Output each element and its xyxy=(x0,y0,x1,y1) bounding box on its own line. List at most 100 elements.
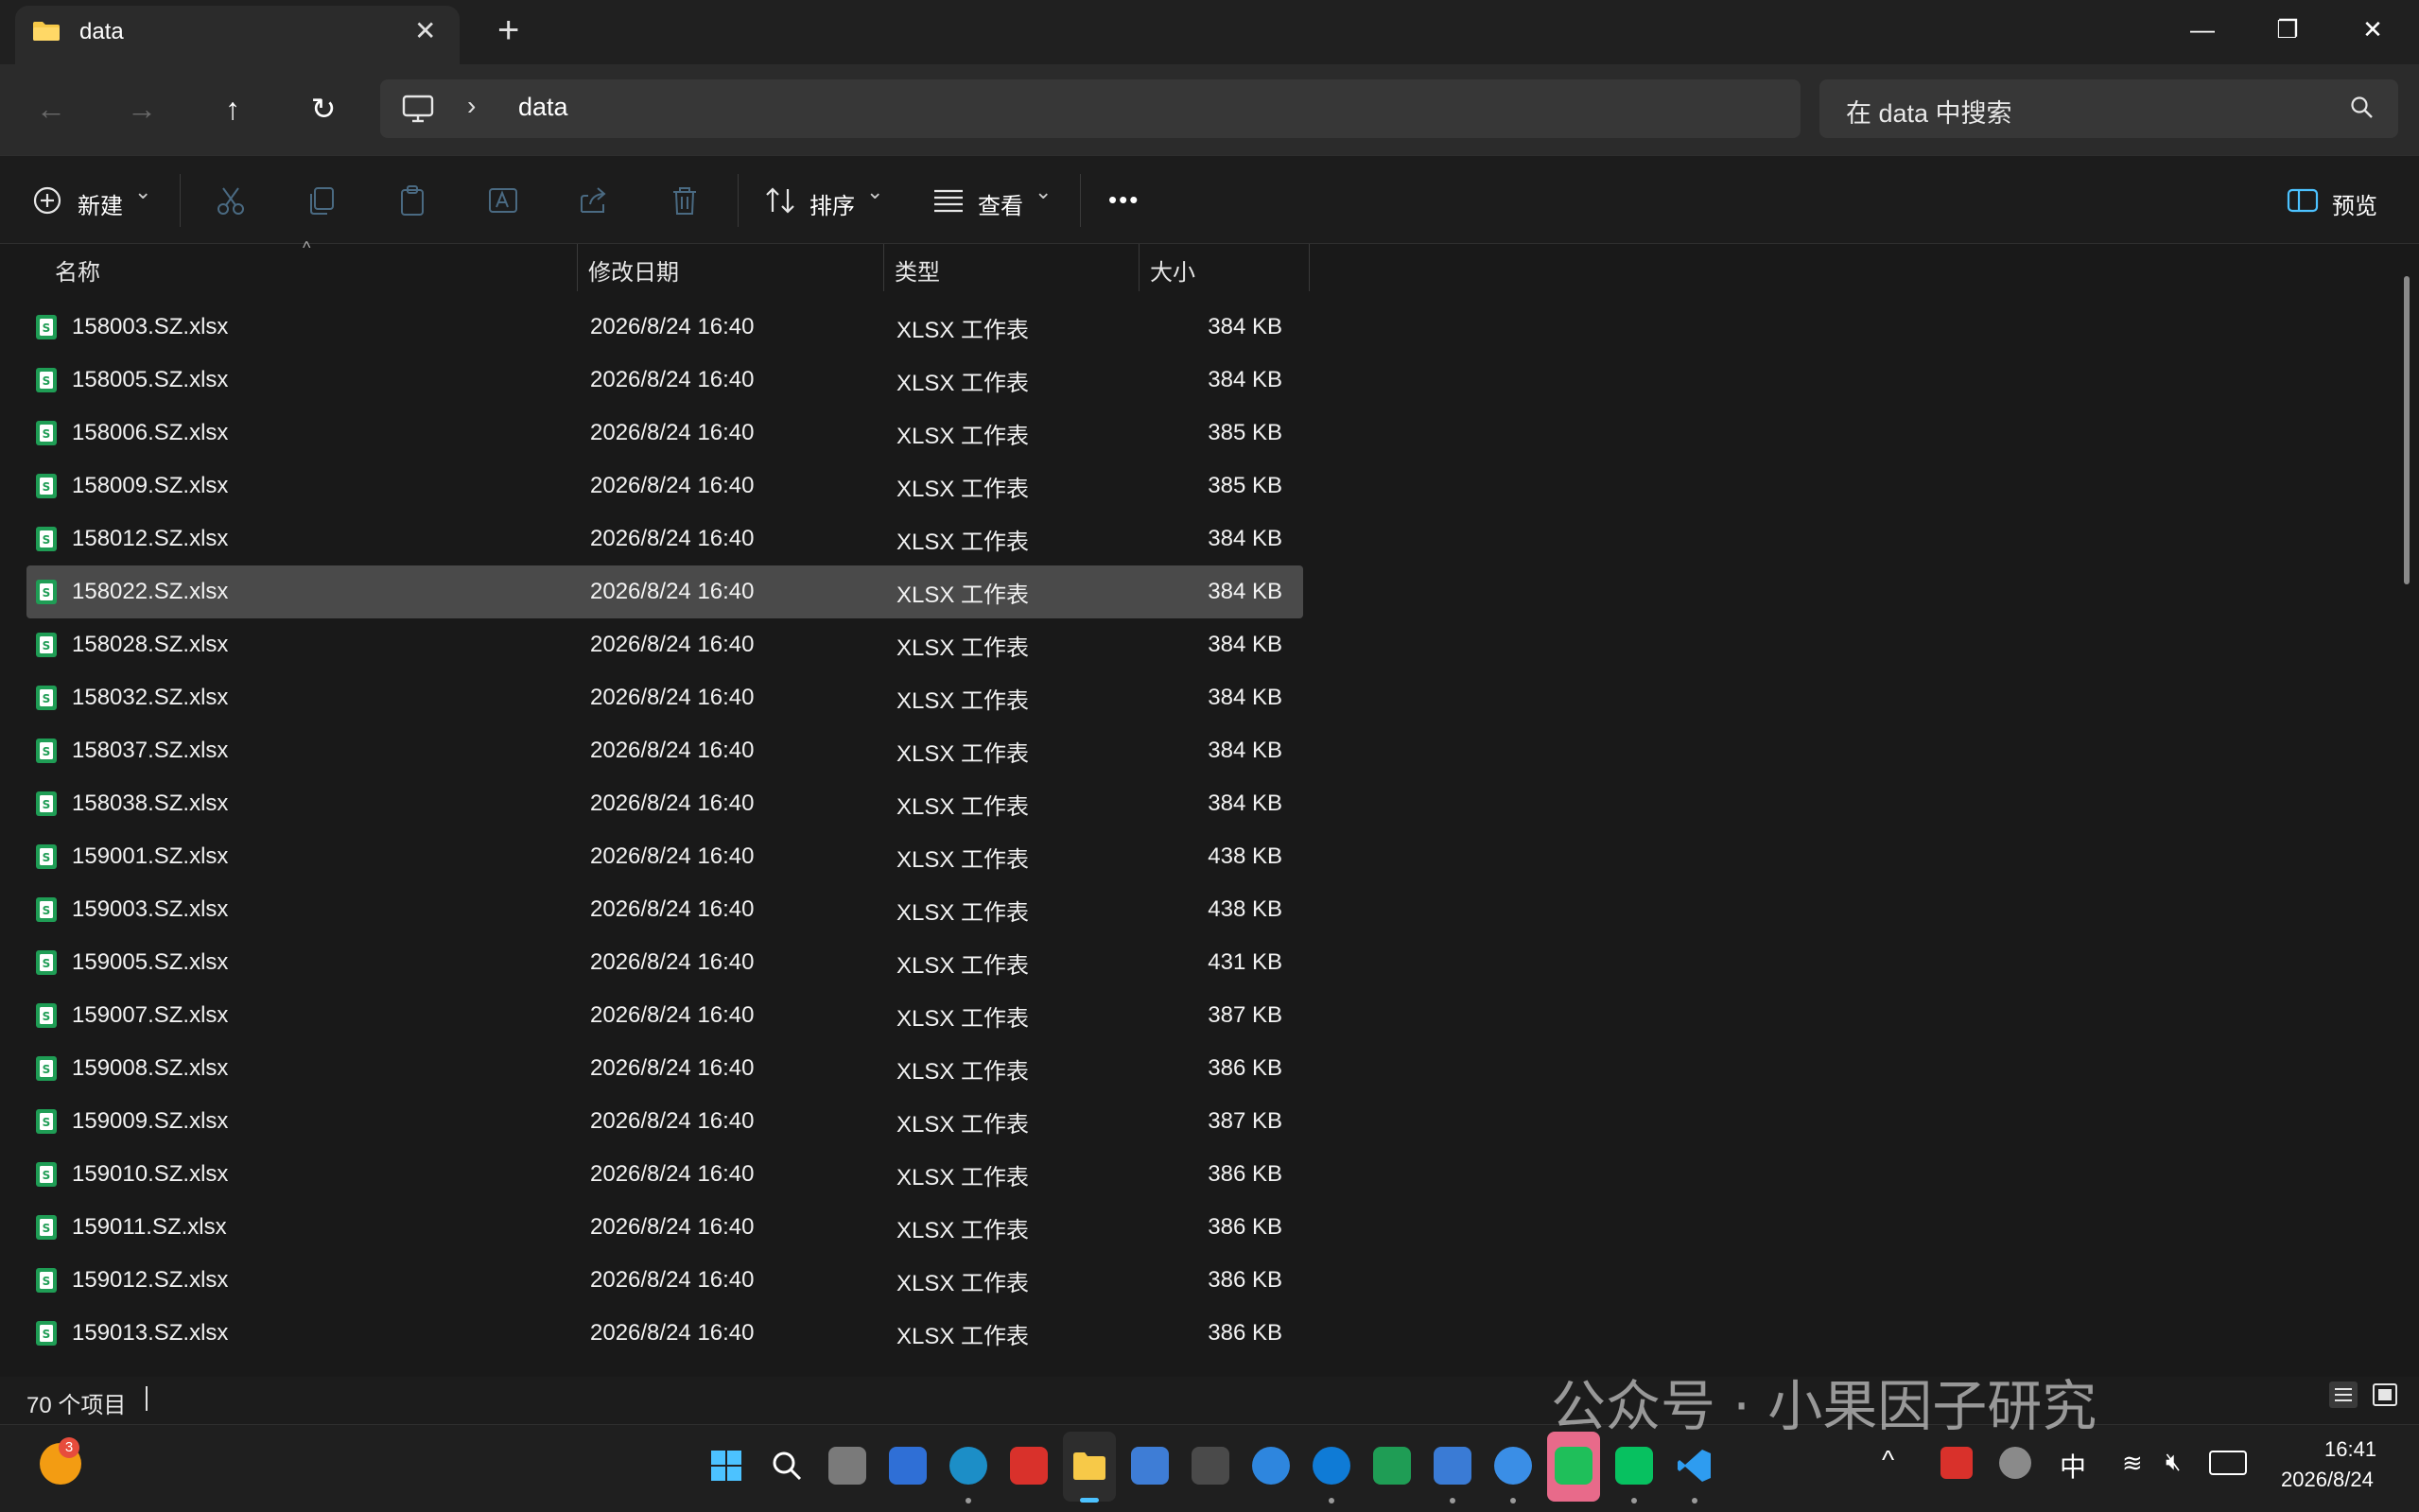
cut-icon[interactable] xyxy=(214,183,248,217)
vertical-scrollbar[interactable] xyxy=(2404,276,2410,584)
minimize-button[interactable]: — xyxy=(2160,6,2245,53)
tiles-view-icon[interactable] xyxy=(2372,1382,2398,1407)
file-explorer-icon[interactable] xyxy=(1070,1447,1108,1485)
file-type: XLSX 工作表 xyxy=(896,1005,1030,1032)
outlook-icon[interactable] xyxy=(889,1447,927,1485)
svg-text:S: S xyxy=(43,480,51,494)
green-app-icon[interactable] xyxy=(1373,1447,1411,1485)
rename-icon[interactable] xyxy=(486,183,520,217)
breadcrumb-chevron-icon[interactable]: › xyxy=(467,91,476,121)
file-list: S 158003.SZ.xlsx 2026/8/24 16:40 XLSX 工作… xyxy=(26,301,1303,1360)
preview-button[interactable]: 预览 xyxy=(2332,187,2377,220)
clock-date[interactable]: 2026/8/24 xyxy=(2281,1468,2374,1492)
battery-icon[interactable] xyxy=(2209,1451,2247,1475)
file-row[interactable]: S 158003.SZ.xlsx 2026/8/24 16:40 XLSX 工作… xyxy=(26,301,1303,354)
ime-indicator[interactable]: 中 xyxy=(2060,1447,2086,1485)
refresh-button[interactable]: ↻ xyxy=(297,85,350,132)
new-button[interactable]: 新建 xyxy=(78,187,123,220)
wps-icon[interactable] xyxy=(1010,1447,1048,1485)
volume-muted-icon[interactable]: 🔇︎ xyxy=(2166,1447,2181,1477)
column-header-type[interactable]: 类型 xyxy=(895,253,940,287)
file-row[interactable]: S 158038.SZ.xlsx 2026/8/24 16:40 XLSX 工作… xyxy=(26,777,1303,830)
wps-tray-icon[interactable] xyxy=(1940,1447,1973,1479)
file-row[interactable]: S 158012.SZ.xlsx 2026/8/24 16:40 XLSX 工作… xyxy=(26,513,1303,565)
column-header-date[interactable]: 修改日期 xyxy=(588,253,679,287)
column-header-size[interactable]: 大小 xyxy=(1150,253,1195,287)
restore-button[interactable]: ❐ xyxy=(2245,6,2330,53)
column-divider[interactable] xyxy=(1309,244,1310,291)
edge-ai-icon[interactable] xyxy=(1313,1447,1350,1485)
close-window-button[interactable]: ✕ xyxy=(2330,6,2415,53)
file-row[interactable]: S 158006.SZ.xlsx 2026/8/24 16:40 XLSX 工作… xyxy=(26,407,1303,460)
sort-ascending-icon: ^ xyxy=(303,238,311,257)
forward-button[interactable]: → xyxy=(115,85,168,132)
file-size: 384 KB xyxy=(1208,526,1282,551)
cloud-sync-icon[interactable] xyxy=(1999,1447,2031,1479)
more-options-button[interactable]: ••• xyxy=(1108,185,1140,215)
file-name: 158005.SZ.xlsx xyxy=(72,367,229,392)
file-modified-date: 2026/8/24 16:40 xyxy=(590,526,755,551)
file-row[interactable]: S 159008.SZ.xlsx 2026/8/24 16:40 XLSX 工作… xyxy=(26,1042,1303,1095)
file-row[interactable]: S 158028.SZ.xlsx 2026/8/24 16:40 XLSX 工作… xyxy=(26,618,1303,671)
running-indicator xyxy=(966,1498,971,1503)
file-size: 384 KB xyxy=(1208,314,1282,339)
file-row[interactable]: S 159003.SZ.xlsx 2026/8/24 16:40 XLSX 工作… xyxy=(26,883,1303,936)
globe-icon[interactable] xyxy=(1252,1447,1290,1485)
file-row[interactable]: S 159012.SZ.xlsx 2026/8/24 16:40 XLSX 工作… xyxy=(26,1254,1303,1307)
column-divider[interactable] xyxy=(1139,244,1140,291)
wifi-icon[interactable]: ≋ xyxy=(2122,1449,2143,1478)
file-row[interactable]: S 159011.SZ.xlsx 2026/8/24 16:40 XLSX 工作… xyxy=(26,1201,1303,1254)
item-count: 70 个项目 xyxy=(26,1393,127,1418)
search-icon[interactable] xyxy=(2349,95,2375,121)
sort-button[interactable]: 排序 xyxy=(809,187,855,220)
column-divider[interactable] xyxy=(883,244,884,291)
file-row[interactable]: S 158009.SZ.xlsx 2026/8/24 16:40 XLSX 工作… xyxy=(26,460,1303,513)
file-row[interactable]: S 158005.SZ.xlsx 2026/8/24 16:40 XLSX 工作… xyxy=(26,354,1303,407)
app-icon[interactable] xyxy=(1192,1447,1229,1485)
start-icon[interactable] xyxy=(707,1447,745,1485)
tray-overflow-icon[interactable]: ^ xyxy=(1882,1445,1894,1475)
back-button[interactable]: ← xyxy=(25,85,78,132)
search-icon[interactable] xyxy=(768,1447,806,1485)
delete-icon[interactable] xyxy=(668,183,702,217)
clock-time[interactable]: 16:41 xyxy=(2324,1437,2376,1462)
breadcrumb-data[interactable]: data xyxy=(518,93,568,122)
file-row[interactable]: S 159005.SZ.xlsx 2026/8/24 16:40 XLSX 工作… xyxy=(26,936,1303,989)
file-row[interactable]: S 159001.SZ.xlsx 2026/8/24 16:40 XLSX 工作… xyxy=(26,830,1303,883)
share-icon[interactable] xyxy=(577,183,611,217)
file-name: 158022.SZ.xlsx xyxy=(72,579,229,604)
address-bar[interactable] xyxy=(380,79,1801,138)
file-type: XLSX 工作表 xyxy=(896,793,1030,820)
excel-file-icon: S xyxy=(36,844,57,869)
task-view-icon[interactable] xyxy=(828,1447,866,1485)
store-icon[interactable] xyxy=(1131,1447,1169,1485)
file-name: 158006.SZ.xlsx xyxy=(72,420,229,445)
chat-ai-icon[interactable] xyxy=(1494,1447,1532,1485)
copy-icon[interactable] xyxy=(305,183,339,217)
up-button[interactable]: ↑ xyxy=(206,85,259,132)
baidu-app-icon[interactable] xyxy=(1434,1447,1471,1485)
message-icon[interactable] xyxy=(1615,1447,1653,1485)
edge-icon[interactable] xyxy=(949,1447,987,1485)
new-tab-button[interactable]: + xyxy=(497,9,519,52)
file-row[interactable]: S 158032.SZ.xlsx 2026/8/24 16:40 XLSX 工作… xyxy=(26,671,1303,724)
close-tab-icon[interactable]: ✕ xyxy=(414,15,436,46)
file-row[interactable]: S 158022.SZ.xlsx 2026/8/24 16:40 XLSX 工作… xyxy=(26,565,1303,618)
file-type: XLSX 工作表 xyxy=(896,740,1030,767)
file-row[interactable]: S 159007.SZ.xlsx 2026/8/24 16:40 XLSX 工作… xyxy=(26,989,1303,1042)
file-row[interactable]: S 158037.SZ.xlsx 2026/8/24 16:40 XLSX 工作… xyxy=(26,724,1303,777)
file-row[interactable]: S 159009.SZ.xlsx 2026/8/24 16:40 XLSX 工作… xyxy=(26,1095,1303,1148)
column-header-name[interactable]: 名称 xyxy=(55,253,100,287)
vscode-icon[interactable] xyxy=(1676,1447,1714,1485)
file-type: XLSX 工作表 xyxy=(896,1270,1030,1296)
file-row[interactable]: S 159010.SZ.xlsx 2026/8/24 16:40 XLSX 工作… xyxy=(26,1148,1303,1201)
view-button[interactable]: 查看 xyxy=(978,187,1023,220)
file-size: 385 KB xyxy=(1208,473,1282,498)
details-view-icon[interactable] xyxy=(2328,1381,2358,1409)
search-input[interactable]: 在 data 中搜索 xyxy=(1846,93,2012,130)
this-pc-icon[interactable] xyxy=(401,92,435,126)
column-divider[interactable] xyxy=(577,244,578,291)
paste-icon[interactable] xyxy=(395,183,429,217)
wechat-icon[interactable] xyxy=(1555,1447,1592,1485)
file-row[interactable]: S 159013.SZ.xlsx 2026/8/24 16:40 XLSX 工作… xyxy=(26,1307,1303,1360)
